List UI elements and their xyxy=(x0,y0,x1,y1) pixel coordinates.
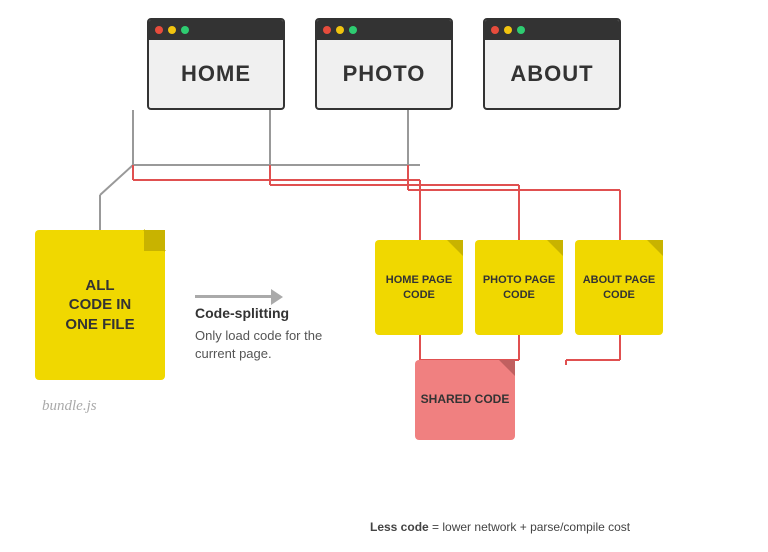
browser-home-label: HOME xyxy=(181,61,251,87)
browser-photo-titlebar xyxy=(317,20,451,40)
arrow-line xyxy=(195,295,275,298)
bundle-label: bundle.js xyxy=(42,398,97,415)
arrow-right xyxy=(195,295,275,298)
browsers-row: HOME PHOTO ABOUT xyxy=(147,18,621,110)
browser-about-content: ABOUT xyxy=(485,40,619,108)
bottom-legend-bold: Less code xyxy=(370,520,429,534)
photo-page-code-file: PHOTO PAGE CODE xyxy=(475,240,563,335)
browser-home-titlebar xyxy=(149,20,283,40)
bottom-legend: Less code = lower network + parse/compil… xyxy=(370,520,630,534)
home-page-code-label: HOME PAGE CODE xyxy=(375,273,463,302)
code-splitting-title: Code-splitting xyxy=(195,305,325,321)
browser-about-label: ABOUT xyxy=(510,61,593,87)
dot-red-2 xyxy=(323,26,331,34)
dot-yellow xyxy=(168,26,176,34)
diagram: HOME PHOTO ABOUT ALLC xyxy=(0,0,768,552)
browser-photo-content: PHOTO xyxy=(317,40,451,108)
dot-yellow-3 xyxy=(504,26,512,34)
shared-code-file: SHARED CODE xyxy=(415,360,515,440)
code-splitting-section: Code-splitting Only load code for the cu… xyxy=(195,305,325,363)
photo-page-code-label: PHOTO PAGE CODE xyxy=(475,273,563,302)
shared-code-label: SHARED CODE xyxy=(421,392,510,408)
big-file-corner xyxy=(143,230,165,252)
shared-code-corner xyxy=(499,360,515,376)
big-file: ALLCODE INONE FILE xyxy=(35,230,165,380)
browser-about: ABOUT xyxy=(483,18,621,110)
dot-red-3 xyxy=(491,26,499,34)
code-splitting-description: Only load code for the current page. xyxy=(195,327,325,363)
about-page-code-file: ABOUT PAGE CODE xyxy=(575,240,663,335)
dot-yellow-2 xyxy=(336,26,344,34)
browser-photo: PHOTO xyxy=(315,18,453,110)
home-page-code-file: HOME PAGE CODE xyxy=(375,240,463,335)
big-file-label: ALLCODE INONE FILE xyxy=(65,276,134,335)
dot-green-3 xyxy=(517,26,525,34)
browser-photo-label: PHOTO xyxy=(343,61,426,87)
home-page-code-corner xyxy=(447,240,463,256)
bottom-legend-rest: = lower network + parse/compile cost xyxy=(429,520,630,534)
about-page-code-label: ABOUT PAGE CODE xyxy=(575,273,663,302)
dot-red xyxy=(155,26,163,34)
dot-green xyxy=(181,26,189,34)
dot-green-2 xyxy=(349,26,357,34)
browser-home-content: HOME xyxy=(149,40,283,108)
browser-about-titlebar xyxy=(485,20,619,40)
about-page-code-corner xyxy=(647,240,663,256)
browser-home: HOME xyxy=(147,18,285,110)
photo-page-code-corner xyxy=(547,240,563,256)
